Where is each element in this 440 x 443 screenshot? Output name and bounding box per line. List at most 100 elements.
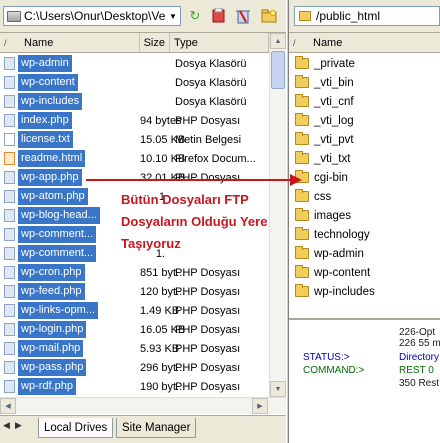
column-name[interactable]: Name (20, 33, 140, 52)
file-type: PHP Dosyası (175, 323, 241, 336)
refresh-icon[interactable]: ↻ (186, 7, 204, 25)
file-name: wp-pass.php (18, 359, 87, 376)
remote-file-row[interactable]: _vti_log (289, 111, 375, 130)
file-type: PHP Dosyası (175, 380, 241, 393)
file-size: 32.01 KB (140, 171, 186, 184)
file-name: wp-rdf.php (18, 378, 76, 395)
column-type[interactable]: Type (170, 33, 269, 52)
remote-file-row[interactable]: wp-includes (289, 282, 375, 301)
remote-path-combo[interactable]: /public_html (294, 6, 440, 26)
php-file-icon (4, 304, 15, 317)
local-path-combo[interactable]: C:\Users\Onur\Desktop\Ve ▼ (3, 6, 181, 26)
local-file-row[interactable]: wp-rdf.php 190 byt... PHP Dosyası (0, 377, 271, 396)
upload-icon[interactable] (210, 7, 228, 25)
folder-icon (295, 246, 309, 259)
remote-file-row[interactable]: _private (289, 54, 375, 73)
local-file-row[interactable]: wp-feed.php 120 byt... PHP Dosyası (0, 282, 271, 301)
file-name-cell[interactable]: wp-links-opm... (0, 301, 140, 320)
new-folder-icon[interactable] (260, 7, 278, 25)
local-file-row[interactable]: wp-login.php 16.05 KB PHP Dosyası (0, 320, 271, 339)
local-horizontal-scrollbar[interactable]: ◀ ▶ (0, 397, 286, 414)
remote-file-row[interactable]: technology (289, 225, 375, 244)
local-file-row[interactable]: wp-admin Dosya Klasörü (0, 54, 271, 73)
tab-local-drives[interactable]: Local Drives (38, 418, 114, 438)
remote-file-row[interactable]: _vti_pvt (289, 130, 375, 149)
file-name-cell[interactable]: wp-content (0, 73, 140, 92)
local-path-text: C:\Users\Onur\Desktop\Ve (24, 9, 166, 23)
file-name-cell[interactable]: wp-feed.php (0, 282, 140, 301)
scroll-up-icon[interactable]: ▲ (270, 33, 286, 49)
html-file-icon (4, 152, 15, 165)
file-name-cell[interactable]: readme.html (0, 149, 140, 168)
tab-site-manager[interactable]: Site Manager (116, 418, 197, 438)
file-name-cell[interactable]: wp-admin (0, 54, 140, 73)
local-vertical-scrollbar[interactable]: ▲ ▼ (269, 33, 286, 397)
local-file-row[interactable]: wp-app.php 32.01 KB PHP Dosyası (0, 168, 271, 187)
file-name: wp-blog-head... (18, 207, 100, 224)
php-file-icon (4, 114, 15, 127)
file-name: wp-app.php (18, 169, 82, 186)
local-file-row[interactable]: license.txt 15.05 KB Metin Belgesi (0, 130, 271, 149)
tab-next-icon[interactable]: ▶ (15, 420, 22, 431)
folder-name: _vti_pvt (314, 133, 354, 146)
folder-icon (299, 11, 311, 21)
remote-file-row[interactable]: _vti_txt (289, 149, 375, 168)
php-file-icon (4, 285, 15, 298)
scroll-down-icon[interactable]: ▼ (270, 381, 286, 397)
local-file-row[interactable]: wp-includes Dosya Klasörü (0, 92, 271, 111)
status-label: STATUS:> (303, 352, 350, 363)
column-size[interactable]: Size (140, 33, 170, 52)
file-name-cell[interactable]: wp-blog-head... (0, 206, 140, 225)
file-size: 296 byt... (140, 361, 186, 374)
delete-icon[interactable] (234, 7, 252, 25)
file-name-cell[interactable]: index.php (0, 111, 140, 130)
file-type: PHP Dosyası (175, 304, 241, 317)
scroll-thumb[interactable] (271, 51, 285, 89)
file-name-cell[interactable]: wp-app.php (0, 168, 140, 187)
local-file-row[interactable]: readme.html 10.10 KB Firefox Docum... (0, 149, 271, 168)
local-file-row[interactable]: index.php 94 bytes PHP Dosyası (0, 111, 271, 130)
folder-name: images (314, 209, 352, 222)
file-name-cell[interactable]: license.txt (0, 130, 140, 149)
annotation-text-line3: Taşıyoruz (121, 236, 181, 251)
tab-prev-icon[interactable]: ◀ (3, 420, 10, 431)
local-file-row[interactable]: wp-content Dosya Klasörü (0, 73, 271, 92)
file-name: wp-content (18, 74, 78, 91)
sort-arrow-icon: / (293, 37, 296, 48)
local-file-row[interactable]: wp-cron.php 851 byt... PHP Dosyası (0, 263, 271, 282)
local-tab-bar: ◀ ▶ Local Drives Site Manager (0, 415, 286, 443)
local-file-row[interactable]: wp-mail.php 5.93 KB PHP Dosyası (0, 339, 271, 358)
file-name-cell[interactable]: wp-comment... (0, 244, 140, 263)
scroll-left-icon[interactable]: ◀ (0, 398, 16, 414)
remote-file-row[interactable]: css (289, 187, 375, 206)
column-name[interactable]: Name (309, 33, 440, 52)
folder-file-icon (4, 95, 15, 108)
file-name-cell[interactable]: wp-rdf.php (0, 377, 140, 396)
file-name-cell[interactable]: wp-mail.php (0, 339, 140, 358)
file-name: wp-login.php (18, 321, 87, 338)
file-size: 190 byt... (140, 380, 186, 393)
log-line: 226 55 m (399, 338, 440, 349)
local-file-row[interactable]: wp-pass.php 296 byt... PHP Dosyası (0, 358, 271, 377)
local-file-row[interactable]: wp-links-opm... 1.49 KB PHP Dosyası (0, 301, 271, 320)
remote-file-row[interactable]: wp-admin (289, 244, 375, 263)
file-name-cell[interactable]: wp-cron.php (0, 263, 140, 282)
folder-icon (295, 284, 309, 297)
remote-toolbar: /public_html (289, 0, 440, 33)
folder-file-icon (4, 57, 15, 70)
chevron-down-icon[interactable]: ▼ (166, 7, 180, 25)
file-type: Firefox Docum... (175, 152, 256, 165)
php-file-icon (4, 361, 15, 374)
file-name-cell[interactable]: wp-comment... (0, 225, 140, 244)
file-name-cell[interactable]: wp-login.php (0, 320, 140, 339)
file-name-cell[interactable]: wp-atom.php (0, 187, 140, 206)
file-name-cell[interactable]: wp-pass.php (0, 358, 140, 377)
remote-file-row[interactable]: _vti_bin (289, 73, 375, 92)
remote-file-row[interactable]: _vti_cnf (289, 92, 375, 111)
file-name-cell[interactable]: wp-includes (0, 92, 140, 111)
remote-file-row[interactable]: images (289, 206, 375, 225)
scroll-right-icon[interactable]: ▶ (252, 398, 268, 414)
remote-file-row[interactable]: wp-content (289, 263, 375, 282)
file-size: 15.05 KB (140, 133, 186, 146)
file-name: wp-cron.php (18, 264, 85, 281)
